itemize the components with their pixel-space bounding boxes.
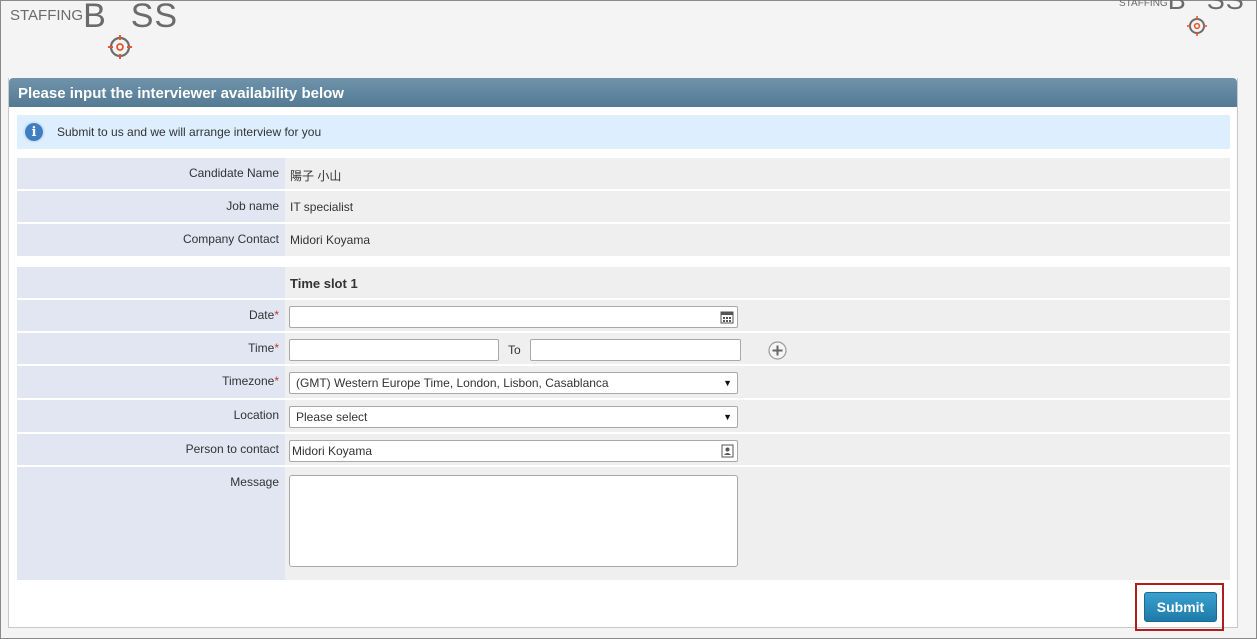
logo-staffing: STAFFING [10,7,84,24]
job-name-label: Job name [17,191,285,222]
logo-ss-secondary: SS [1206,0,1245,15]
message-label: Message [17,467,285,580]
logo-b: B [83,0,107,35]
location-select[interactable]: Please select ▼ [289,406,738,428]
logo-ss: SS [130,0,179,35]
brand-logo: STAFFING B SS [10,0,179,59]
person-to-contact-input[interactable]: Midori Koyama [289,440,738,462]
logo-staffing-secondary: STAFFING [1119,0,1168,9]
person-to-contact-value: Midori Koyama [292,444,373,458]
time-from-input[interactable] [289,339,499,361]
logo-b-secondary: B [1167,0,1187,15]
info-text: Submit to us and we will arrange intervi… [57,125,322,139]
info-banner: i Submit to us and we will arrange inter… [17,115,1230,149]
date-input[interactable] [289,306,738,328]
timezone-select-value: (GMT) Western Europe Time, London, Lisbo… [296,376,609,390]
company-contact-label: Company Contact [17,224,285,256]
job-name-value: IT specialist [290,200,354,214]
location-label: Location [17,400,285,432]
required-mark: * [274,374,279,388]
location-select-value: Please select [296,410,368,424]
panel-title: Please input the interviewer availabilit… [9,78,1237,107]
date-label: Date* [17,300,285,331]
brand-logo-secondary: STAFFING B SS [1119,0,1245,36]
candidate-name-value: 陽子 小山 [290,169,342,183]
person-to-contact-label: Person to contact [17,434,285,465]
chevron-down-icon: ▼ [723,378,732,388]
date-label-text: Date [248,308,275,322]
required-mark: * [274,341,279,355]
submit-button[interactable]: Submit [1144,592,1217,622]
timezone-select[interactable]: (GMT) Western Europe Time, London, Lisbo… [289,372,738,394]
slot-heading-row: Time slot 1 [17,267,1230,300]
candidate-name-label: Candidate Name [17,158,285,189]
chevron-down-icon: ▼ [723,412,732,422]
time-label-text: Time [248,341,275,355]
message-textarea[interactable] [289,475,738,567]
add-time-slot-icon[interactable] [768,341,787,363]
company-contact-value: Midori Koyama [290,233,371,247]
detail-row-job: Job name IT specialist [17,191,1230,224]
time-to-label: To [508,343,521,357]
required-mark: * [274,308,279,322]
timezone-label-text: Timezone [222,374,275,388]
candidate-details: Candidate Name 陽子 小山 Job name IT special… [17,158,1230,256]
detail-row-contact: Company Contact Midori Koyama [17,224,1230,256]
contact-card-icon[interactable] [721,444,734,464]
time-label: Time* [17,333,285,364]
slot-heading: Time slot 1 [290,276,358,291]
time-to-input[interactable] [530,339,741,361]
calendar-icon[interactable] [720,310,734,330]
info-icon: i [23,121,45,143]
slot-heading-label-cell [17,267,285,298]
app-frame: STAFFING B SS STAFFING B SS Please input t… [0,0,1257,639]
detail-row-candidate: Candidate Name 陽子 小山 [17,158,1230,191]
timezone-label: Timezone* [17,366,285,398]
